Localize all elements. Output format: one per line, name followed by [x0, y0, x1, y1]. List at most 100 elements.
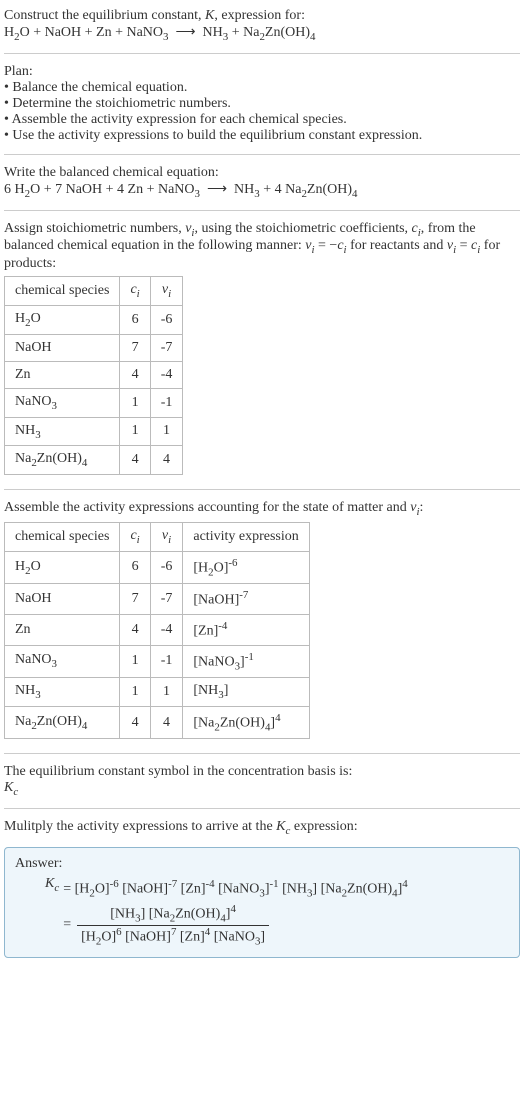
stoich-section: Assign stoichiometric numbers, νi, using… [4, 217, 520, 484]
cell-species: H2O [5, 551, 120, 583]
col-vi: νi [150, 522, 183, 551]
cell-species: NaOH [5, 334, 120, 361]
plan-item: • Assemble the activity expression for e… [4, 112, 520, 128]
table-row: Na2Zn(OH)4 4 4 [5, 446, 183, 475]
multiply-section: Mulitply the activity expressions to arr… [4, 815, 520, 841]
answer-fraction-line: = [NH3] [Na2Zn(OH)4]4 [H2O]6 [NaOH]7 [Zn… [63, 903, 408, 947]
cell-ci: 4 [120, 706, 150, 738]
cell-ci: 6 [120, 551, 150, 583]
activity-table: chemical species ci νi activity expressi… [4, 522, 310, 739]
plan-item: • Use the activity expressions to build … [4, 128, 520, 144]
cell-species: NaNO3 [5, 388, 120, 417]
cell-vi: 1 [150, 677, 183, 706]
kc-symbol: Kc [4, 780, 520, 798]
cell-ci: 4 [120, 446, 150, 475]
cell-vi: -1 [150, 388, 183, 417]
col-vi: νi [150, 277, 183, 306]
answer-product-line: = [H2O]-6 [NaOH]-7 [Zn]-4 [NaNO3]-1 [NH3… [63, 878, 408, 899]
activity-intro: Assemble the activity expressions accoun… [4, 500, 520, 518]
cell-vi: 4 [150, 446, 183, 475]
cell-ci: 7 [120, 584, 150, 615]
cell-species: Na2Zn(OH)4 [5, 446, 120, 475]
cell-vi: -4 [150, 361, 183, 388]
answer-label: Answer: [15, 856, 509, 872]
table-row: H2O 6 -6 [H2O]-6 [5, 551, 310, 583]
col-activity: activity expression [183, 522, 309, 551]
answer-lhs: Kc [45, 876, 59, 894]
kc-symbol-section: The equilibrium constant symbol in the c… [4, 760, 520, 802]
cell-species: NaNO3 [5, 645, 120, 677]
cell-species: Na2Zn(OH)4 [5, 706, 120, 738]
cell-ci: 1 [120, 388, 150, 417]
divider [4, 53, 520, 54]
cell-ci: 6 [120, 305, 150, 334]
cell-ci: 7 [120, 334, 150, 361]
cell-vi: -4 [150, 614, 183, 645]
table-header-row: chemical species ci νi [5, 277, 183, 306]
table-row: NH3 1 1 [NH3] [5, 677, 310, 706]
stoich-intro: Assign stoichiometric numbers, νi, using… [4, 221, 520, 273]
cell-activity: [NaNO3]-1 [183, 645, 309, 677]
col-ci: ci [120, 277, 150, 306]
cell-activity: [H2O]-6 [183, 551, 309, 583]
table-row: NaNO3 1 -1 [5, 388, 183, 417]
answer-fraction: [NH3] [Na2Zn(OH)4]4 [H2O]6 [NaOH]7 [Zn]4… [77, 903, 269, 947]
cell-ci: 1 [120, 677, 150, 706]
divider [4, 154, 520, 155]
cell-ci: 1 [120, 645, 150, 677]
cell-ci: 1 [120, 417, 150, 446]
answer-box: Answer: Kc = [H2O]-6 [NaOH]-7 [Zn]-4 [Na… [4, 847, 520, 958]
activity-section: Assemble the activity expressions accoun… [4, 496, 520, 747]
plan-section: Plan: • Balance the chemical equation. •… [4, 60, 520, 148]
cell-vi: -7 [150, 334, 183, 361]
cell-species: NH3 [5, 417, 120, 446]
divider [4, 210, 520, 211]
answer-numerator: [NH3] [Na2Zn(OH)4]4 [77, 903, 269, 925]
col-species: chemical species [5, 522, 120, 551]
unbalanced-equation: H2O + NaOH + Zn + NaNO3 ⟶ NH3 + Na2Zn(OH… [4, 24, 520, 43]
cell-vi: -6 [150, 305, 183, 334]
kc-symbol-line1: The equilibrium constant symbol in the c… [4, 764, 520, 780]
cell-activity: [Zn]-4 [183, 614, 309, 645]
table-row: Na2Zn(OH)4 4 4 [Na2Zn(OH)4]4 [5, 706, 310, 738]
plan-item: • Determine the stoichiometric numbers. [4, 96, 520, 112]
multiply-text: Mulitply the activity expressions to arr… [4, 819, 358, 834]
answer-equals: = [63, 917, 71, 933]
table-row: NH3 1 1 [5, 417, 183, 446]
answer-equation: Kc = [H2O]-6 [NaOH]-7 [Zn]-4 [NaNO3]-1 [… [45, 876, 509, 949]
table-header-row: chemical species ci νi activity expressi… [5, 522, 310, 551]
plan-item: • Balance the chemical equation. [4, 80, 520, 96]
stoich-table: chemical species ci νi H2O 6 -6 NaOH 7 -… [4, 276, 183, 475]
table-row: Zn 4 -4 [5, 361, 183, 388]
answer-denominator: [H2O]6 [NaOH]7 [Zn]4 [NaNO3] [77, 926, 269, 947]
cell-species: NH3 [5, 677, 120, 706]
prompt-header: Construct the equilibrium constant, K, e… [4, 4, 520, 47]
divider [4, 808, 520, 809]
balanced-title: Write the balanced chemical equation: [4, 165, 520, 181]
divider [4, 753, 520, 754]
cell-vi: -7 [150, 584, 183, 615]
table-row: NaNO3 1 -1 [NaNO3]-1 [5, 645, 310, 677]
cell-ci: 4 [120, 614, 150, 645]
col-species: chemical species [5, 277, 120, 306]
cell-activity: [Na2Zn(OH)4]4 [183, 706, 309, 738]
cell-vi: -6 [150, 551, 183, 583]
plan-title: Plan: [4, 64, 520, 80]
cell-activity: [NH3] [183, 677, 309, 706]
cell-vi: 1 [150, 417, 183, 446]
divider [4, 489, 520, 490]
cell-species: Zn [5, 361, 120, 388]
col-ci: ci [120, 522, 150, 551]
cell-activity: [NaOH]-7 [183, 584, 309, 615]
cell-vi: 4 [150, 706, 183, 738]
cell-species: H2O [5, 305, 120, 334]
balanced-section: Write the balanced chemical equation: 6 … [4, 161, 520, 204]
table-row: Zn 4 -4 [Zn]-4 [5, 614, 310, 645]
cell-ci: 4 [120, 361, 150, 388]
balanced-equation: 6 H2O + 7 NaOH + 4 Zn + NaNO3 ⟶ NH3 + 4 … [4, 181, 520, 200]
prompt-line1: Construct the equilibrium constant, K, e… [4, 8, 520, 24]
cell-vi: -1 [150, 645, 183, 677]
cell-species: NaOH [5, 584, 120, 615]
table-row: H2O 6 -6 [5, 305, 183, 334]
table-row: NaOH 7 -7 [NaOH]-7 [5, 584, 310, 615]
